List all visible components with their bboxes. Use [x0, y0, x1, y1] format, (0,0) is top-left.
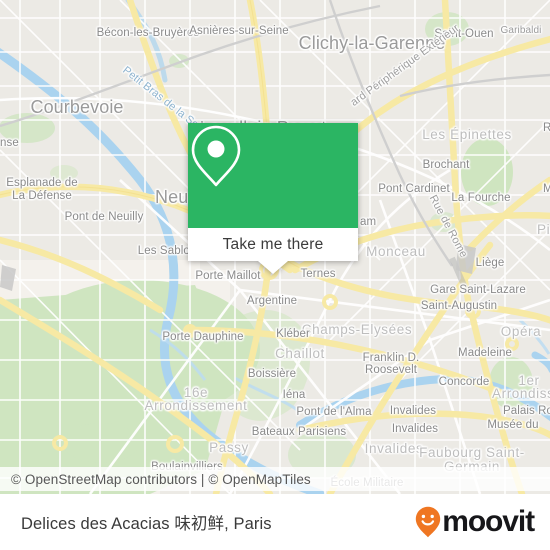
moovit-pin-smiley-icon [416, 506, 441, 538]
place-popup-card[interactable]: Take me there [188, 123, 358, 274]
popup-tail [258, 261, 288, 274]
moovit-wordmark: moovit [442, 505, 535, 538]
map-canvas[interactable]: Bécon-les-Bruyères Asnières-sur-Seine Clic… [0, 0, 550, 494]
poi-title: Delices des Acacias 味初鲜, Paris [21, 515, 272, 533]
map-screen: Bécon-les-Bruyères Asnières-sur-Seine Clic… [0, 0, 550, 550]
take-me-there-button[interactable]: Take me there [188, 228, 358, 261]
map-attribution-bar: © OpenStreetMap contributors | © OpenMap… [0, 467, 550, 491]
take-me-there-label: Take me there [222, 235, 324, 253]
popup-icon-area [188, 123, 358, 228]
attribution-text: © OpenStreetMap contributors | © OpenMap… [11, 471, 311, 487]
moovit-logo[interactable]: moovit [415, 505, 535, 538]
map-pin-icon [191, 125, 241, 187]
bottom-bar: Delices des Acacias 味初鲜, Paris moovit [0, 494, 550, 550]
